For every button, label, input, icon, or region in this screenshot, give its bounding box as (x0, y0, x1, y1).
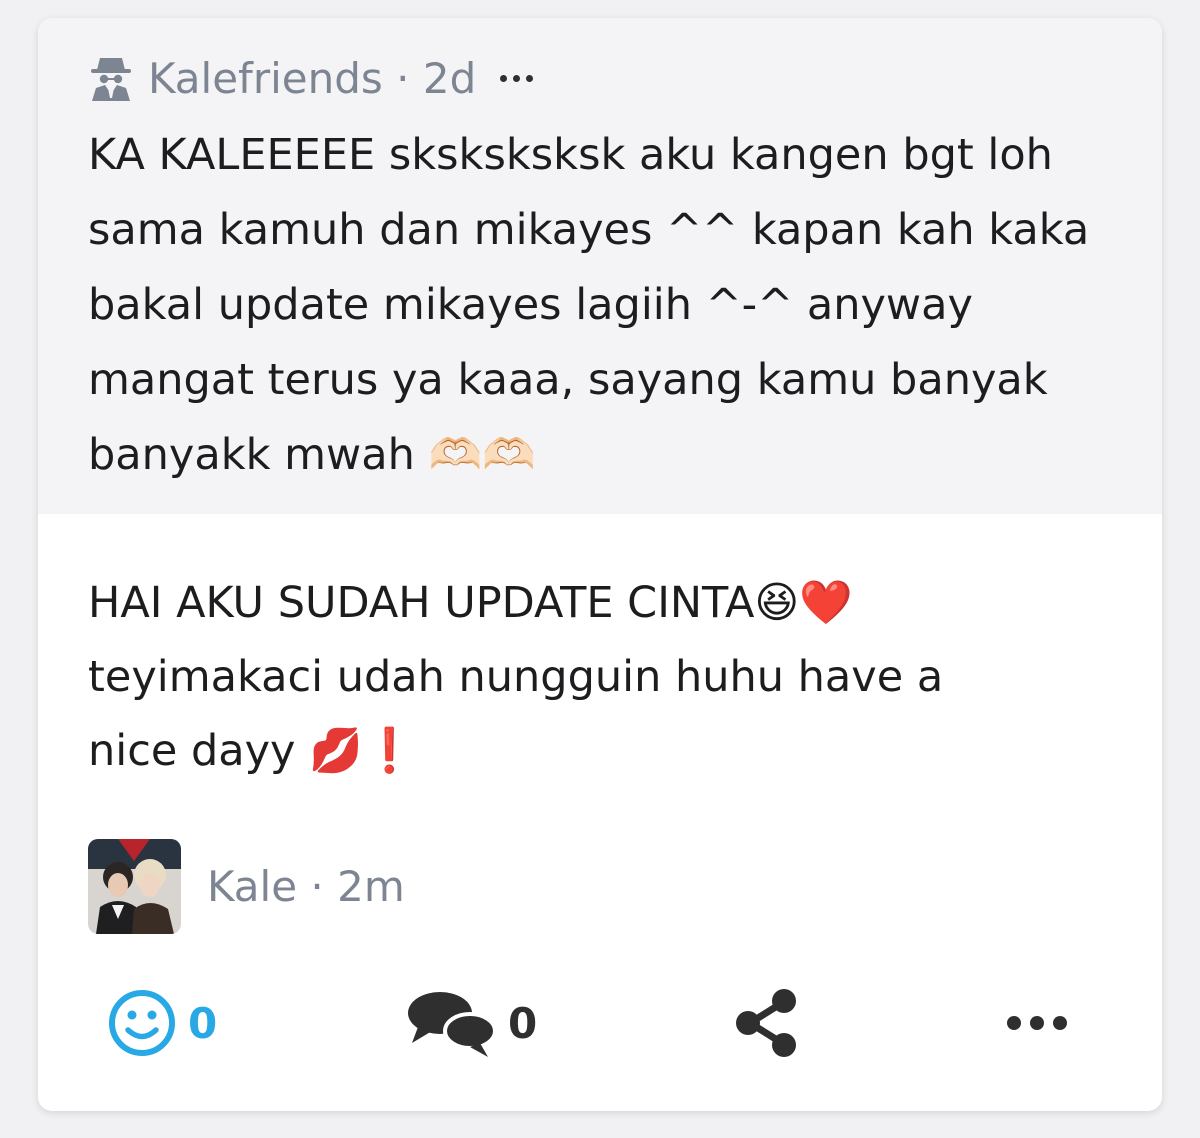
ellipsis-icon (1007, 1016, 1067, 1030)
action-bar: 0 0 (38, 978, 1162, 1068)
responder-row: Kale · 2m (88, 838, 405, 934)
comment-button[interactable]: 0 (404, 978, 537, 1068)
like-button[interactable]: 0 (106, 978, 217, 1068)
like-count: 0 (188, 998, 218, 1048)
share-button[interactable] (734, 978, 804, 1068)
share-icon (736, 989, 796, 1057)
answer-line-3: nice dayy 💋❗ (88, 726, 417, 776)
question-author[interactable]: Kalefriends (148, 54, 383, 103)
answer-card: Kalefriends · 2d KA KALEEEEE sksksksksk … (38, 18, 1162, 1111)
chat-bubbles-icon (408, 992, 497, 1057)
avatar[interactable] (88, 838, 181, 934)
responder-meta: Kale · 2m (207, 861, 405, 911)
question-block[interactable]: Kalefriends · 2d KA KALEEEEE sksksksksk … (38, 18, 1162, 514)
separator-dot: · (396, 53, 410, 103)
ellipsis-icon[interactable] (500, 74, 534, 82)
question-text: KA KALEEEEE sksksksksk aku kangen bgt lo… (88, 130, 1090, 480)
more-options-button[interactable] (1004, 978, 1070, 1068)
responder-time: 2m (337, 861, 405, 911)
question-header: Kalefriends · 2d (88, 48, 534, 108)
anonymous-spy-icon (91, 58, 131, 101)
answer-line-1: HAI AKU SUDAH UPDATE CINTA😆❤️ (88, 578, 853, 628)
answer-line-2: teyimakaci udah nungguin huhu have a (88, 652, 944, 702)
responder-name[interactable]: Kale (207, 862, 297, 911)
question-time: 2d (422, 53, 477, 103)
smiley-icon (109, 990, 175, 1056)
comment-count: 0 (508, 998, 538, 1048)
